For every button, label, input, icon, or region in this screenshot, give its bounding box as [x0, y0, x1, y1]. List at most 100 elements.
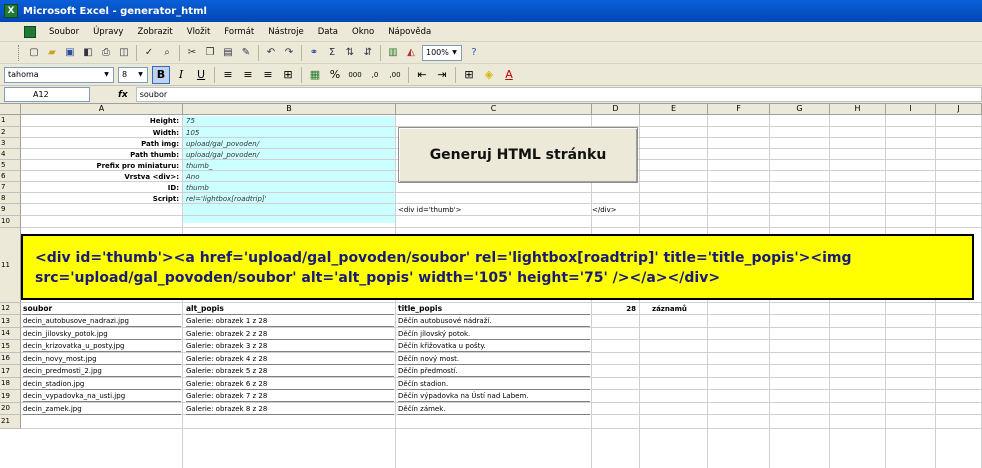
menu-data[interactable]: Data [311, 27, 345, 37]
font-size-select[interactable]: 8 ▼ [118, 66, 148, 83]
column-header-c[interactable]: C [396, 104, 592, 115]
column-header-a[interactable]: A [21, 104, 183, 115]
row-header-4[interactable]: 4 [0, 149, 21, 160]
generate-html-button[interactable]: Generuj HTML stránku [398, 127, 638, 183]
table-cell[interactable]: Děčín křižovatka u pošty. [398, 341, 590, 352]
table-cell[interactable]: Galerie: obrazek 5 z 28 [186, 366, 394, 377]
table-cell[interactable]: decin_jilovsky_potok.jpg [23, 329, 181, 340]
redo-icon[interactable]: ↷ [281, 45, 297, 61]
setting-label[interactable]: Prefix pro miniaturu: [21, 161, 179, 171]
menu-okno[interactable]: Okno [345, 27, 381, 37]
record-count[interactable]: 28 [612, 304, 636, 314]
setting-label[interactable]: Path img: [21, 139, 179, 149]
div-close-cell[interactable]: </div> [592, 205, 617, 215]
column-header-h[interactable]: H [830, 104, 886, 115]
table-cell[interactable]: Galerie: obrazek 4 z 28 [186, 354, 394, 365]
table-cell[interactable]: decin_predmosti_2.jpg [23, 366, 181, 377]
bold-button[interactable]: B [152, 65, 170, 84]
hyperlink-icon[interactable]: ⚭ [306, 45, 322, 61]
paste-icon[interactable]: ▤ [220, 45, 236, 61]
setting-label[interactable]: Height: [21, 116, 179, 126]
table-cell[interactable]: Galerie: obrazek 1 z 28 [186, 316, 394, 327]
setting-value[interactable]: rel='lightbox[roadtrip]' [186, 194, 391, 204]
table-cell[interactable]: Galerie: obrazek 2 z 28 [186, 329, 394, 340]
thousands-icon[interactable]: 000 [346, 66, 364, 84]
table-cell[interactable]: decin_krizovatka_u_posty.jpg [23, 341, 181, 352]
table-cell[interactable]: decin_stadion.jpg [23, 379, 181, 390]
setting-value[interactable]: upload/gal_povoden/ [186, 139, 391, 149]
column-header-g[interactable]: G [770, 104, 830, 115]
table-cell[interactable]: Děčín stadion. [398, 379, 590, 390]
chart-wizard-icon[interactable]: ▥ [385, 45, 401, 61]
row-header-8[interactable]: 8 [0, 193, 21, 204]
decrease-decimal-icon[interactable]: ,00 [386, 66, 404, 84]
row-header-5[interactable]: 5 [0, 160, 21, 171]
sort-ascending-icon[interactable]: ⇅ [342, 45, 358, 61]
format-painter-icon[interactable]: ✎ [238, 45, 254, 61]
table-header-soubor[interactable]: soubor [23, 304, 181, 315]
table-cell[interactable]: decin_vypadovka_na_usti.jpg [23, 391, 181, 402]
borders-icon[interactable]: ⊞ [460, 66, 478, 84]
row-header-19[interactable]: 19 [0, 390, 21, 403]
fx-icon[interactable]: fx [118, 90, 128, 100]
div-open-cell[interactable]: <div id='thumb'> [398, 205, 461, 215]
row-header-21[interactable]: 21 [0, 415, 21, 429]
formula-input[interactable]: soubor [135, 87, 982, 102]
column-header-d[interactable]: D [592, 104, 640, 115]
setting-value[interactable]: thumb [186, 183, 391, 193]
align-center-icon[interactable]: ≡ [239, 66, 257, 84]
worksheet-grid[interactable]: ABCDEFGHIJ 1 2 3 4 5 6 7 8 9 10 11 12 13 14 15 16 17 18 19… [0, 104, 982, 468]
setting-label[interactable]: Vrstva <div>: [21, 172, 179, 182]
record-count-label[interactable]: záznamů [652, 304, 702, 314]
row-header-11[interactable]: 11 [0, 228, 21, 303]
menu-soubor[interactable]: Soubor [42, 27, 86, 37]
table-header-alt-popis[interactable]: alt_popis [186, 304, 394, 315]
print-preview-icon[interactable]: ◫ [116, 45, 132, 61]
open-icon[interactable]: ▰ [44, 45, 60, 61]
help-icon[interactable]: ? [466, 45, 482, 61]
row-header-12[interactable]: 12 [0, 303, 21, 315]
column-header-b[interactable]: B [183, 104, 396, 115]
setting-value[interactable]: Ano [186, 172, 391, 182]
row-header-18[interactable]: 18 [0, 378, 21, 390]
table-cell[interactable]: Děčín nový most. [398, 354, 590, 365]
row-header-2[interactable]: 2 [0, 127, 21, 138]
table-cell[interactable]: Galerie: obrazek 3 z 28 [186, 341, 394, 352]
spelling-icon[interactable]: ✓ [141, 45, 157, 61]
sort-descending-icon[interactable]: ⇵ [360, 45, 376, 61]
row-header-13[interactable]: 13 [0, 315, 21, 328]
table-header-title-popis[interactable]: title_popis [398, 304, 590, 315]
research-icon[interactable]: ⌕ [159, 45, 175, 61]
table-cell[interactable]: decin_novy_most.jpg [23, 354, 181, 365]
setting-value[interactable]: 75 [186, 116, 391, 126]
table-cell[interactable]: Galerie: obrazek 8 z 28 [186, 404, 394, 415]
menu-zobrazit[interactable]: Zobrazit [130, 27, 179, 37]
increase-indent-icon[interactable]: ⇥ [433, 66, 451, 84]
menu-upravy[interactable]: Úpravy [86, 27, 130, 37]
setting-label[interactable]: Script: [21, 194, 179, 204]
align-left-icon[interactable]: ≡ [219, 66, 237, 84]
row-header-16[interactable]: 16 [0, 353, 21, 365]
table-cell[interactable]: Děčín autobusové nádraží. [398, 316, 590, 327]
undo-icon[interactable]: ↶ [263, 45, 279, 61]
permission-icon[interactable]: ◧ [80, 45, 96, 61]
table-cell[interactable]: Galerie: obrazek 7 z 28 [186, 391, 394, 402]
table-cell[interactable]: Děčín zámek. [398, 404, 590, 415]
menu-vlozit[interactable]: Vložit [180, 27, 218, 37]
column-header-e[interactable]: E [640, 104, 708, 115]
setting-value[interactable]: thumb_ [186, 161, 391, 171]
column-header-i[interactable]: I [886, 104, 936, 115]
decrease-indent-icon[interactable]: ⇤ [413, 66, 431, 84]
setting-label[interactable]: ID: [21, 183, 179, 193]
drawing-icon[interactable]: ◭ [403, 45, 419, 61]
align-right-icon[interactable]: ≡ [259, 66, 277, 84]
row-header-14[interactable]: 14 [0, 328, 21, 340]
workbook-icon[interactable] [24, 25, 36, 38]
toolbar-grip[interactable] [18, 44, 21, 61]
select-all-corner[interactable] [0, 104, 21, 115]
autosum-icon[interactable]: Σ [324, 45, 340, 61]
new-icon[interactable]: ▢ [26, 45, 42, 61]
name-box[interactable]: A12 [4, 87, 90, 102]
save-icon[interactable]: ▣ [62, 45, 78, 61]
menu-nastroje[interactable]: Nástroje [261, 27, 310, 37]
